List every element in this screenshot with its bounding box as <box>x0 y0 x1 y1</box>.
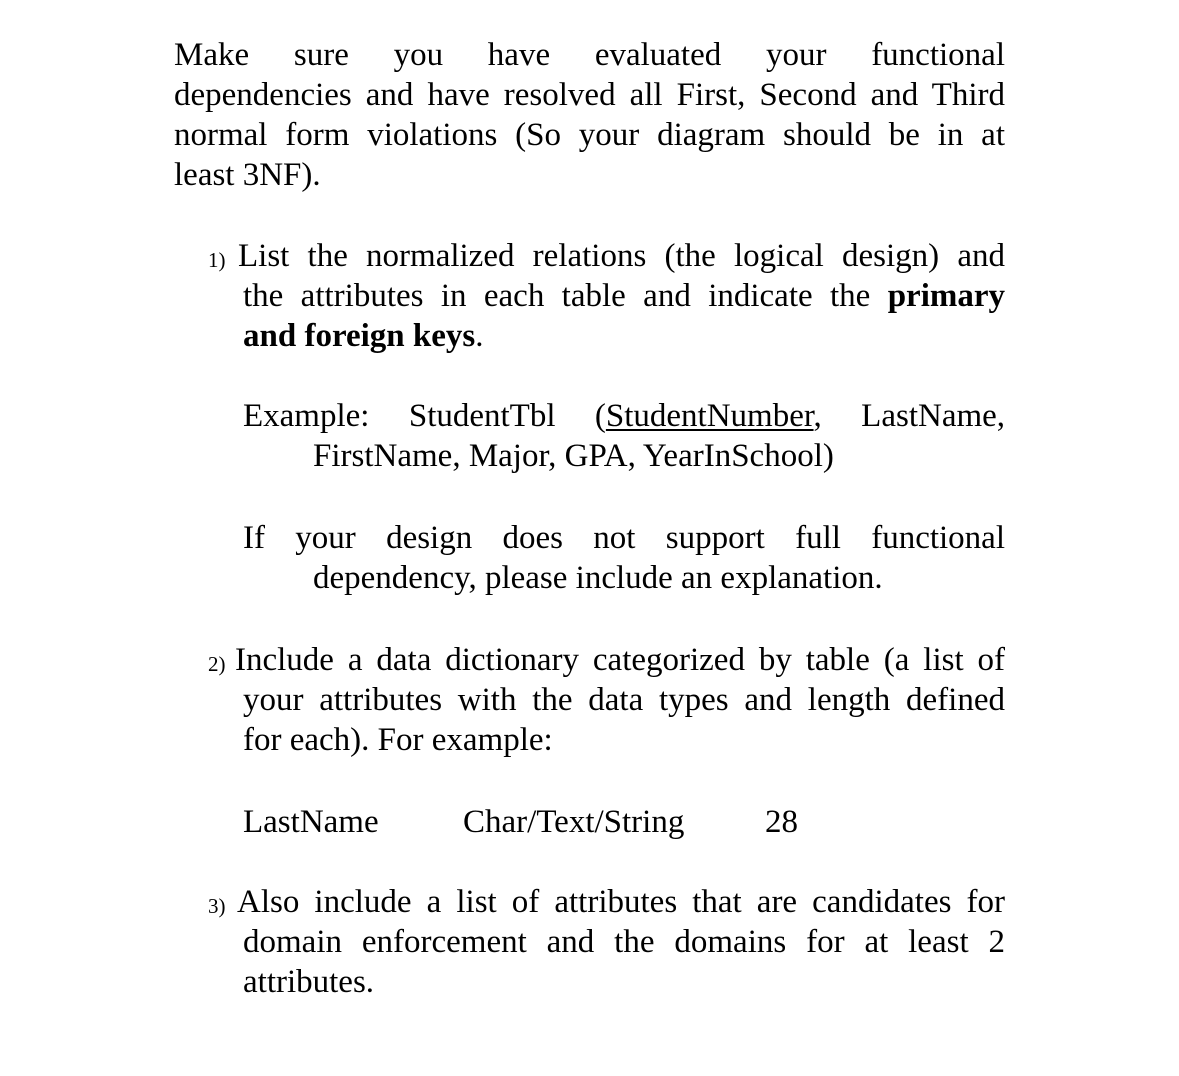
dictionary-type: Char/Text/String <box>463 804 685 840</box>
intro-line: normal form violations (So your diagram … <box>174 117 1005 153</box>
list-number: 2) <box>208 652 226 676</box>
intro-line: Make sure you have evaluated your functi… <box>174 37 1005 73</box>
dictionary-attribute: LastName <box>243 804 379 840</box>
bold-term: and foreign keys <box>243 318 476 354</box>
item-line: List the normalized relations (the logic… <box>238 238 1005 274</box>
item-line: the attributes in each table and indicat… <box>243 276 1005 316</box>
intro-line: dependencies and have resolved all First… <box>174 77 1005 113</box>
example-label: Example: <box>243 398 370 434</box>
example-relation-continued: FirstName, Major, GPA, YearInSchool) <box>313 438 834 474</box>
item-text: . <box>475 318 484 354</box>
example-attrs: (StudentNumber, <box>595 398 822 434</box>
note-line: dependency, please include an explanatio… <box>313 560 883 596</box>
comma: , <box>813 398 822 434</box>
example-attribute: LastName, <box>861 398 1006 434</box>
item-line: Also include a list of attributes that a… <box>237 884 1005 920</box>
example-table-name: StudentTbl <box>408 398 556 434</box>
paren: ( <box>594 398 606 434</box>
dictionary-length: 28 <box>765 804 798 840</box>
item-line: and foreign keys. <box>243 316 484 356</box>
primary-key-attribute: StudentNumber <box>605 398 814 434</box>
item-line: for each). For example: <box>243 722 553 758</box>
intro-line: least 3NF). <box>174 157 321 193</box>
item-line: Include a data dictionary categorized by… <box>235 642 1005 678</box>
note-line: If your design does not support full fun… <box>243 520 1005 556</box>
bold-term: primary <box>887 278 1005 314</box>
list-number: 1) <box>208 248 226 272</box>
list-number: 3) <box>208 894 226 918</box>
item-line: domain enforcement and the domains for a… <box>243 924 1005 960</box>
item-line: attributes. <box>243 964 375 1000</box>
item-text: the attributes in each table and indicat… <box>243 278 888 314</box>
item-line: your attributes with the data types and … <box>243 682 1005 718</box>
example-relation: Example: StudentTbl (StudentNumber, Last… <box>243 396 1005 436</box>
